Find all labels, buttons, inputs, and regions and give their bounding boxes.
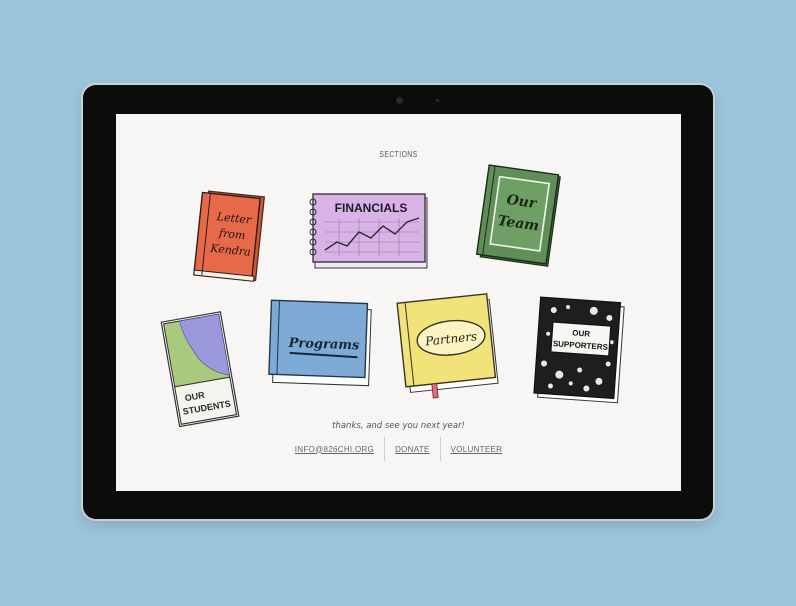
tablet-frame: SECTIONS Letter from Kendra FINANCIALS O… (83, 85, 713, 519)
thanks-message: thanks, and see you next year! (332, 421, 465, 431)
book-financials[interactable]: FINANCIALS (309, 192, 431, 270)
book-line: OUR (572, 328, 591, 338)
book-letter-from-kendra[interactable]: Letter from Kendra (193, 188, 274, 286)
screen: SECTIONS Letter from Kendra FINANCIALS O… (116, 114, 681, 491)
email-link[interactable]: INFO@826CHI.ORG (285, 439, 384, 460)
book-line: Programs (287, 336, 360, 354)
donate-link[interactable]: DONATE (385, 439, 440, 460)
camera-icon (396, 97, 403, 104)
book-programs[interactable]: Programs (266, 298, 376, 390)
book-our-team[interactable]: Our Team (472, 164, 570, 272)
volunteer-link[interactable]: VOLUNTEER (441, 439, 513, 460)
footer-links: INFO@826CHI.ORG DONATE VOLUNTEER (116, 437, 681, 461)
sensor-icon (436, 99, 439, 102)
book-our-students[interactable]: OUR STUDENTS (156, 308, 246, 430)
book-our-supporters[interactable]: OUR SUPPORTERS (531, 296, 629, 406)
sections-heading: SECTIONS (379, 150, 418, 159)
book-line: FINANCIALS (335, 201, 408, 215)
book-partners[interactable]: Partners (396, 292, 504, 402)
